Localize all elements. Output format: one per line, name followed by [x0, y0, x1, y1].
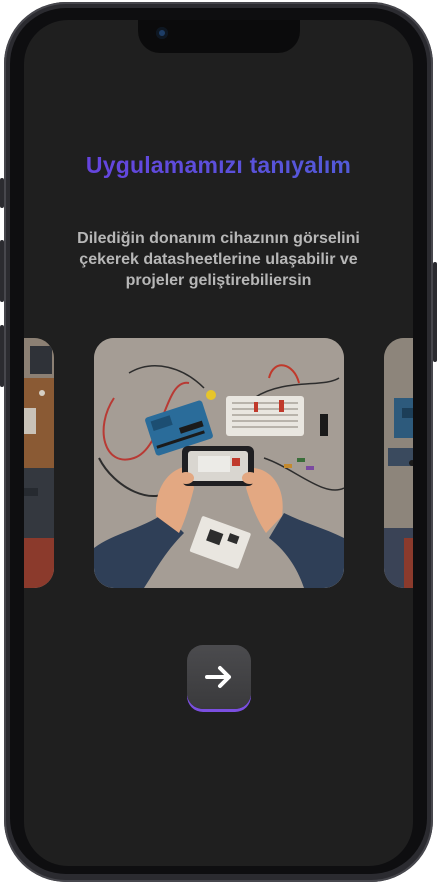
- power-button: [433, 262, 437, 362]
- carousel-slide-current[interactable]: [94, 338, 344, 588]
- arrow-right-icon: [205, 666, 231, 688]
- page-title: Uygulamamızı tanıyalım: [24, 152, 413, 179]
- page-subtitle: Dilediğin donanım cihazının görselini çe…: [77, 230, 360, 289]
- carousel-slide-next[interactable]: [384, 338, 413, 588]
- carousel-slide-previous[interactable]: [24, 338, 54, 588]
- notch: [138, 20, 300, 53]
- workbench-illustration-icon: [24, 338, 54, 588]
- onboarding-screen: Uygulamamızı tanıyalım Dilediğin donanım…: [24, 20, 413, 866]
- hands-phone-scanning-arduino-illustration-icon: [94, 338, 344, 588]
- circuit-board-illustration-icon: [384, 338, 413, 588]
- front-camera-icon: [156, 27, 168, 39]
- next-button[interactable]: [187, 645, 251, 709]
